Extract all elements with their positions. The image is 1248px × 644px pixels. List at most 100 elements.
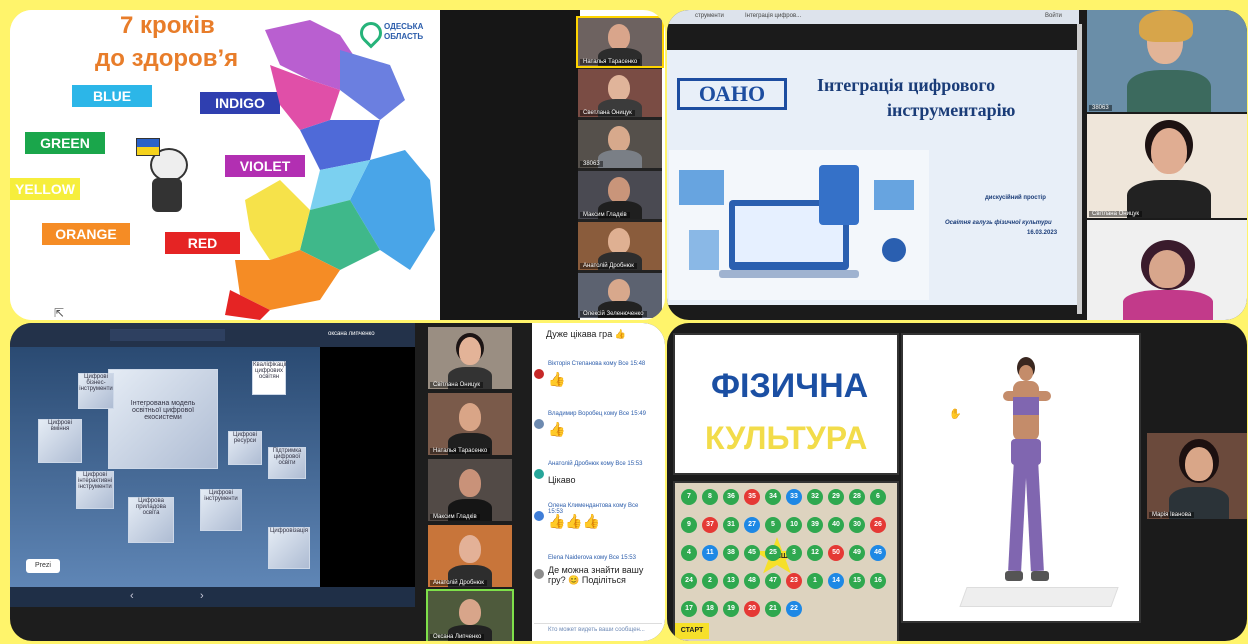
game-ball: 11 [702,545,718,561]
topic-box: Кваліфікації цифрових освітян [252,361,287,395]
game-ball: 48 [744,573,760,589]
center-box: Інтегрована модель освітньої цифрової ек… [108,369,218,469]
chat-sender: Анатолій Дробнюк кому Все 15:53 [548,461,643,467]
game-ball: 45 [744,545,760,561]
prezi-nav-bar: ‹ › [10,587,415,607]
topic-box: Цифрові ресурси [228,431,262,465]
game-ball: 26 [870,517,886,533]
game-ball: 28 [849,489,865,505]
game-ball: 35 [744,489,760,505]
exercise-figure [999,357,1059,597]
video-tile[interactable]: 38063 [578,120,662,168]
game-ball: 22 [786,601,802,617]
chat-input[interactable]: Кто может видеть ваши сообщен... [534,623,662,638]
video-tile[interactable]: Олексій Зеленюченко [578,273,662,318]
slide-date: 16.03.2023 [1027,230,1058,236]
prezi-header: оксана липченко [10,323,415,347]
chat-sender: Владимир Воробец кому Все 15:49 [548,411,646,417]
video-tile[interactable]: 38063 [1087,10,1247,112]
topic-box: Цифрові інструменти [200,489,242,531]
slide: ОАНО Інтеграція цифрового інструментарію… [667,50,1079,305]
game-ball: 1 [807,573,823,589]
video-tile[interactable] [1087,220,1247,320]
slide-subtitle: дискусійний простір [985,195,1046,201]
game-ball: 8 [702,489,718,505]
slide-scrollbar[interactable] [1077,24,1082,314]
cursor-icon: ✋ [949,409,962,420]
exercise-mat [959,587,1119,607]
game-ball: 4 [681,545,697,561]
next-arrow-icon[interactable]: › [200,590,204,602]
video-tile[interactable]: Анатолій Дробнюк [578,222,662,270]
chat-message: Цікаво [548,475,576,485]
chat-message: Де можна знайти вашу гру? 😊 Поділіться [548,565,644,585]
browser-tabbar: струменти Інтеграція цифров... Войти [667,10,1079,24]
participant-strip: Наталья Тарасенко Светлана Оницук 38063 … [576,16,664,318]
video-tile[interactable]: Світлана Оницук [1087,114,1247,218]
game-ball: 12 [807,545,823,561]
game-ball: 46 [870,545,886,561]
game-ball: 24 [681,573,697,589]
prev-arrow-icon[interactable]: ‹ [130,590,134,602]
video-tile[interactable]: Максим Гладків [578,171,662,219]
pe-title-2: КУЛЬТУРА [705,420,868,456]
avatar [534,469,544,479]
black-gap [440,10,580,320]
board-game: ФІНІШ СТАРТ 7836353433322928693731275103… [673,481,899,641]
prezi-badge[interactable]: Prezi [26,559,60,573]
avatar [534,569,544,579]
game-ball: 18 [702,601,718,617]
game-ball: 27 [744,517,760,533]
game-ball: 30 [849,517,865,533]
chat-message: 👍 [548,371,566,387]
oano-logo: ОАНО [677,78,787,110]
exercise-video: ✋ [901,333,1141,623]
video-tile[interactable]: Світлана Оницук [428,327,512,389]
game-ball: 36 [723,489,739,505]
game-ball: 2 [702,573,718,589]
topic-box: Цифрові вміння [38,419,82,463]
chat-message: 👍👍👍 [548,513,601,529]
video-tile[interactable]: Марія Іванова [1147,433,1247,519]
participant-strip: 38063 Світлана Оницук [1087,10,1247,320]
prezi-right-area [320,347,415,587]
digital-tools-illustration [669,150,929,300]
game-ball: 17 [681,601,697,617]
video-tile[interactable]: Анатолій Дробнюк [428,525,512,587]
video-tile[interactable]: Светлана Оницук [578,69,662,117]
panel-pe-meeting: ФІЗИЧНА КУЛЬТУРА ФІНІШ СТАРТ 78363534333… [667,323,1247,641]
chat-sender: Elena Naiderova кому Все 15:53 [548,555,636,561]
topic-box: Підтримка цифрової освіти [268,447,306,479]
pe-title-card: ФІЗИЧНА КУЛЬТУРА [673,333,899,475]
video-tile[interactable]: Оксана Липченко [426,589,514,641]
game-ball: 19 [723,601,739,617]
video-tile[interactable]: Максим Гладків [428,459,512,521]
signin-link[interactable]: Войти [1045,13,1062,19]
game-ball: 37 [702,517,718,533]
chat-message: Дуже цікава гра 👍 [546,329,626,339]
mouse-cursor-icon: ⇱ [54,306,65,320]
odesa-region-map [225,20,435,320]
chat-message: 👍 [548,421,566,437]
game-ball: 47 [765,573,781,589]
browser-tab[interactable]: струменти [695,13,724,19]
video-tile[interactable]: Наталья Тарасенко [576,16,664,68]
video-tile[interactable]: Наталья Тарасенко [428,393,512,455]
game-ball: 15 [849,573,865,589]
game-ball: 31 [723,517,739,533]
game-ball: 29 [828,489,844,505]
browser-tab[interactable]: Інтеграція цифров... [745,13,801,19]
panel-prezi-meeting: оксана липченко Інтегрована модель освіт… [10,323,665,641]
game-ball: 13 [723,573,739,589]
game-ball: 3 [786,545,802,561]
prezi-title-box[interactable] [110,329,225,341]
game-ball: 6 [870,489,886,505]
game-ball: 39 [807,517,823,533]
game-ball: 25 [765,545,781,561]
avatar [534,511,544,521]
game-ball: 23 [786,573,802,589]
topic-box: Цифровізація [268,527,310,569]
game-ball: 20 [744,601,760,617]
game-ball: 32 [807,489,823,505]
start-label: СТАРТ [675,623,709,639]
